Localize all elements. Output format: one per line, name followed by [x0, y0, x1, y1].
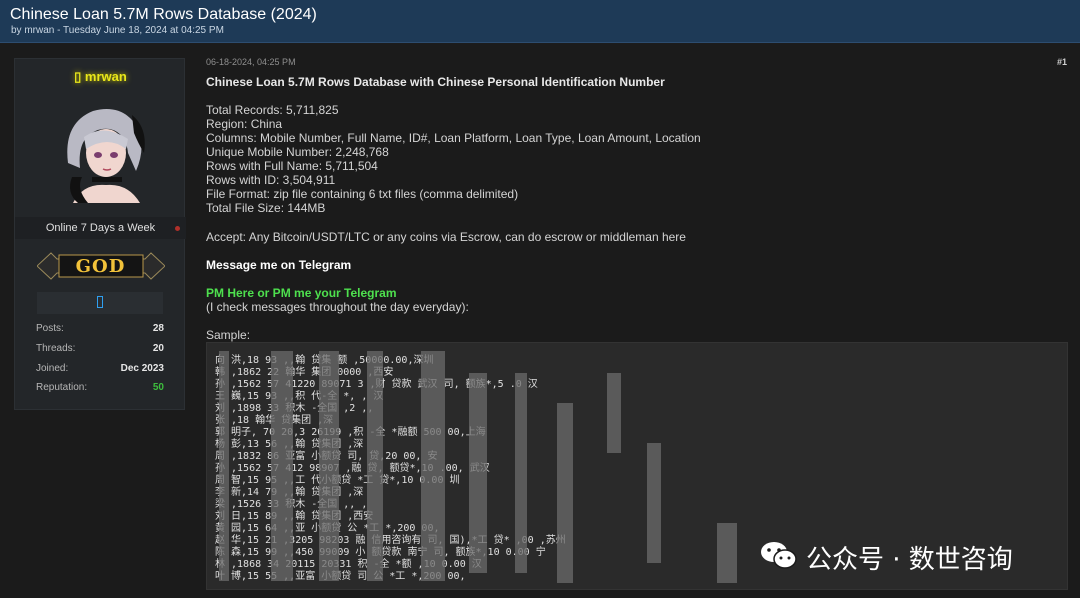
- pm-line: PM Here or PM me your Telegram: [206, 286, 397, 300]
- stat-value: Dec 2023: [120, 363, 164, 374]
- accept-line: Accept: Any Bitcoin/USDT/LTC or any coin…: [206, 230, 686, 244]
- stat-value[interactable]: 20: [153, 343, 164, 354]
- redaction-blur: [647, 443, 661, 563]
- online-status-text: Online 7 Days a Week: [45, 222, 156, 234]
- avatar[interactable]: [48, 93, 158, 203]
- redaction-blur: [607, 373, 621, 453]
- sample-label: Sample:: [206, 328, 251, 342]
- redaction-blur: [367, 351, 383, 581]
- detail-line: Unique Mobile Number: 2,248,768: [206, 145, 389, 159]
- redaction-blur: [469, 373, 487, 573]
- status-dot-icon: [175, 226, 180, 231]
- telegram-line: Message me on Telegram: [206, 258, 352, 272]
- post-date: 06-18-2024, 04:25 PM: [206, 57, 296, 67]
- user-sidebar: ▯ mrwan Online 7 Days a Week GOD Posts: …: [14, 58, 186, 410]
- redaction-blur: [421, 351, 445, 581]
- thread-byline: by mrwan - Tuesday June 18, 2024 at 04:2…: [11, 25, 224, 36]
- online-status: Online 7 Days a Week: [15, 217, 186, 239]
- redaction-blur: [557, 403, 573, 583]
- stat-label: Joined:: [36, 363, 69, 374]
- rank-label: GOD: [75, 256, 126, 277]
- stat-label: Posts:: [36, 323, 64, 334]
- detail-line: Rows with ID: 3,504,911: [206, 173, 336, 187]
- redaction-blur: [219, 351, 229, 581]
- user-badges: [37, 292, 163, 314]
- badge-icon[interactable]: [97, 296, 103, 308]
- username[interactable]: ▯ mrwan: [15, 69, 186, 85]
- stat-label: Threads:: [36, 343, 76, 354]
- redaction-blur: [319, 351, 339, 581]
- stat-label: Reputation:: [36, 382, 88, 393]
- redaction-blur: [717, 523, 737, 583]
- watermark-text: 公众号 · 数世咨询: [806, 545, 1013, 575]
- detail-line: Total File Size: 144MB: [206, 201, 326, 215]
- detail-line: File Format: zip file containing 6 txt f…: [206, 187, 519, 201]
- redaction-blur: [515, 373, 527, 573]
- thread-header: Chinese Loan 5.7M Rows Database (2024) b…: [0, 0, 1080, 43]
- stat-value[interactable]: 50: [153, 382, 164, 393]
- detail-line: Rows with Full Name: 5,711,504: [206, 159, 378, 173]
- thread-title[interactable]: Chinese Loan 5.7M Rows Database (2024): [10, 6, 317, 24]
- username-icon: ▯: [74, 69, 85, 84]
- post-heading: Chinese Loan 5.7M Rows Database with Chi…: [206, 75, 665, 89]
- stat-value[interactable]: 28: [153, 323, 164, 334]
- redaction-blur: [271, 351, 293, 581]
- detail-line: Total Records: 5,711,825: [206, 103, 339, 117]
- post-number[interactable]: #1: [1057, 57, 1067, 67]
- wechat-icon: [761, 542, 797, 569]
- detail-line: Region: China: [206, 117, 283, 131]
- pm-note: (I check messages throughout the day eve…: [206, 300, 469, 314]
- detail-line: Columns: Mobile Number, Full Name, ID#, …: [206, 131, 701, 145]
